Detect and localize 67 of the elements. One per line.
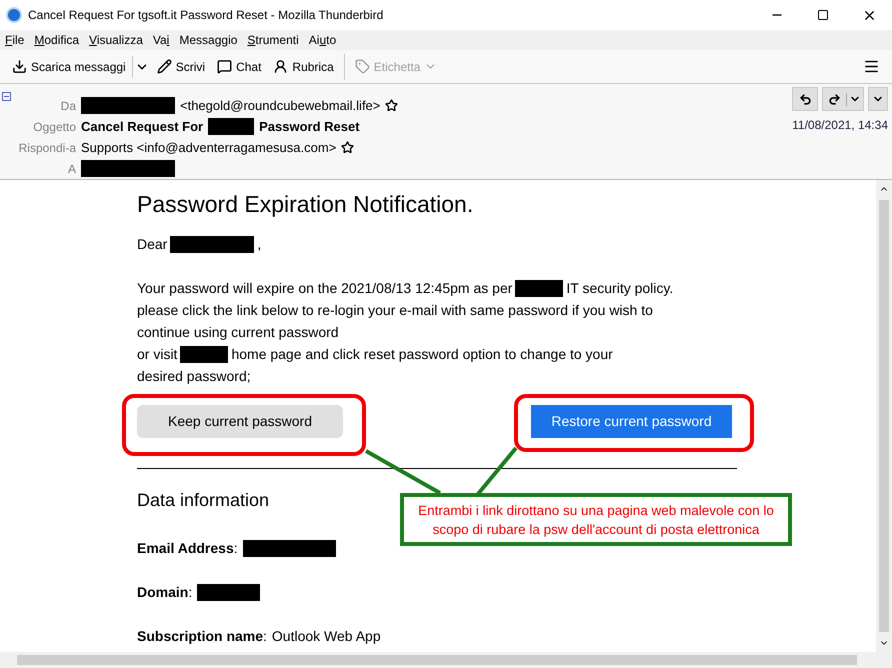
text: Supports <info@adventerragamesusa.com> — [81, 138, 336, 157]
text: Your password will expire on the 2021/08/13 12:45pm as per — [137, 278, 512, 298]
field-label: Da — [60, 98, 76, 114]
field-label: A — [66, 160, 76, 178]
text: Dear — [137, 234, 168, 254]
text: or visit — [137, 344, 178, 364]
person-icon — [273, 59, 288, 74]
text: , — [257, 234, 262, 254]
forward-button[interactable] — [822, 87, 864, 111]
text: IT security policy. — [566, 278, 674, 298]
menu-item[interactable]: Vai — [148, 30, 174, 50]
pencil-icon — [156, 59, 172, 74]
scrollbar-thumb[interactable] — [17, 655, 857, 665]
scrollbar-thumb[interactable] — [879, 200, 889, 632]
redaction-bar — [208, 118, 254, 135]
window-title: Cancel Request For tgsoft.it Password Reset - Mozilla Thunderbird — [28, 7, 384, 24]
redaction-bar — [197, 584, 260, 600]
menu-item[interactable]: File — [0, 30, 30, 50]
forward-icon — [828, 92, 841, 106]
detail-label: Email Address — [137, 538, 234, 558]
collapse-icon[interactable] — [2, 92, 11, 101]
menu-item[interactable]: Messaggio — [174, 30, 242, 50]
maximize-icon — [817, 9, 829, 21]
more-button[interactable] — [868, 87, 888, 111]
toolbar-button[interactable]: Rubrica — [267, 52, 340, 80]
vertical-scrollbar[interactable] — [876, 180, 892, 652]
section-title: Data information — [137, 489, 270, 512]
star-icon[interactable] — [385, 99, 398, 112]
text: desired password; — [137, 366, 251, 386]
detail-label: Domain — [137, 582, 188, 602]
keep-password-button[interactable]: Keep current password — [137, 405, 343, 438]
redaction-bar — [515, 280, 564, 296]
colon: : — [188, 582, 192, 602]
horizontal-scrollbar[interactable] — [0, 652, 892, 668]
menu-item[interactable]: Visualizza — [84, 30, 148, 50]
toolbar-button[interactable]: Chat — [211, 52, 268, 80]
field-label: Rispondi-a — [18, 140, 76, 156]
speech-bubble-icon — [217, 59, 232, 74]
text: Outlook Web App — [272, 626, 381, 646]
message-date: 11/08/2021, 14:34 — [792, 117, 888, 134]
field-label: Oggetto — [32, 118, 76, 136]
menu-item[interactable]: Aiuto — [304, 30, 342, 50]
text: please click the link below to re-login your e-mail with same password if you wish to — [137, 300, 653, 320]
restore-password-button[interactable]: Restore current password — [531, 405, 732, 438]
colon: : — [263, 626, 267, 646]
message-title: Password Expiration Notification. — [137, 190, 474, 218]
text: Password Reset — [259, 118, 360, 136]
reply-icon — [798, 92, 812, 106]
text: home page and click reset password option to change to your — [231, 344, 613, 364]
menu-item[interactable]: Modifica — [29, 30, 84, 50]
text: <thegold@roundcubewebmail.life> — [180, 96, 380, 115]
reply-button[interactable] — [792, 87, 818, 111]
menu-icon — [863, 58, 880, 75]
redaction-bar — [180, 346, 228, 362]
annotation-text: Entrambi i link dirottano su una pagina web malevole con lo scopo di rubare la psw dell'account di posta elettronica — [417, 502, 775, 538]
colon: : — [234, 538, 238, 558]
detail-label: Subscription name — [137, 626, 264, 646]
text: continue using current password — [137, 322, 339, 342]
toolbar-button[interactable]: Scarica messaggi — [6, 52, 132, 80]
download-icon — [12, 59, 27, 74]
star-icon[interactable] — [341, 141, 354, 154]
toolbar-button[interactable]: Scrivi — [150, 52, 212, 80]
tag-icon — [354, 59, 370, 74]
text: Cancel Request For — [81, 118, 204, 136]
menu-button[interactable] — [863, 58, 880, 75]
menu-item[interactable]: Strumenti — [242, 30, 304, 50]
app-logo-icon — [6, 7, 22, 23]
